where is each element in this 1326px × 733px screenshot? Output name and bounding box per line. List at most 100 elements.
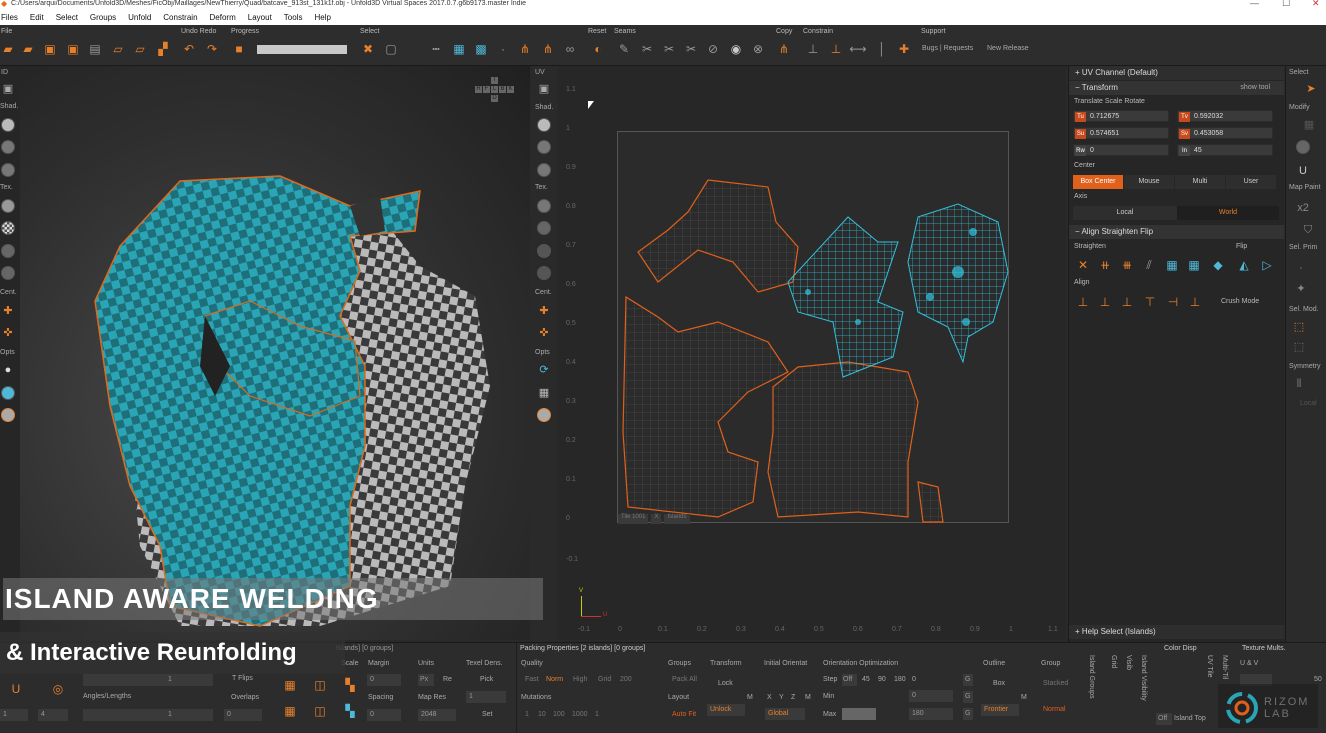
tex-checker-icon[interactable] [1, 221, 15, 235]
align-right-icon[interactable]: ⊥ [1119, 294, 1135, 310]
help-select-header[interactable]: + Help Select (Islands) [1069, 625, 1284, 639]
script-icon[interactable]: ▞ [155, 41, 171, 57]
open-icon[interactable]: ▰ [0, 41, 16, 57]
x-toggle[interactable]: X [767, 694, 772, 701]
dot-icon[interactable]: · [1294, 261, 1308, 275]
load-uv-icon[interactable]: ▱ [110, 41, 126, 57]
tex-map2-icon[interactable] [1, 266, 15, 280]
normal-button[interactable]: Normal [1043, 706, 1066, 713]
menu-layout[interactable]: Layout [247, 11, 273, 25]
uv-tex-checker-icon[interactable] [537, 221, 551, 235]
shade-grid-icon[interactable] [1, 163, 15, 177]
sv-field[interactable]: Sv 0.453058 [1177, 127, 1273, 139]
step-45[interactable]: 45 [862, 676, 870, 683]
seam-u-icon[interactable]: ◉ [728, 41, 744, 57]
export-icon[interactable]: ▤ [87, 41, 103, 57]
select-box-icon[interactable]: ▢ [383, 41, 399, 57]
import-icon[interactable]: ▰ [20, 41, 36, 57]
uv-shade-wire-icon[interactable] [537, 140, 551, 154]
modify-icon[interactable]: ▦ [1302, 118, 1316, 132]
flip-v-icon[interactable]: ▷ [1259, 257, 1275, 273]
quality-high[interactable]: High [573, 676, 587, 683]
light-icon[interactable]: ● [1, 363, 15, 377]
view-cube[interactable]: T R F L B K D [475, 77, 517, 109]
tex-map-icon[interactable] [1, 244, 15, 258]
uv-grid-icon[interactable]: ▦ [537, 386, 551, 400]
straighten-h-icon[interactable]: ⧺ [1097, 257, 1113, 273]
flip-u-icon[interactable]: ◭ [1236, 257, 1252, 273]
straighten-v-icon[interactable]: ⧻ [1119, 257, 1135, 273]
multi-tile-tab[interactable]: Multi-Til [1221, 655, 1228, 679]
quality-fast[interactable]: Fast [525, 676, 539, 683]
new-release-link[interactable]: New Release [987, 45, 1029, 52]
overlaps-field[interactable]: 0 [224, 709, 262, 721]
uv-tex-solid-icon[interactable] [537, 199, 551, 213]
stacked-button[interactable]: Stacked [1043, 680, 1068, 687]
global-button[interactable]: Global [765, 708, 805, 720]
world-axis-button[interactable]: World [1177, 206, 1279, 220]
menu-edit[interactable]: Edit [29, 11, 45, 25]
view-right[interactable]: R [475, 86, 482, 93]
align-header[interactable]: − Align Straighten Flip [1069, 225, 1284, 239]
spacing-field[interactable]: 0 [367, 709, 401, 721]
unlock-button[interactable]: Unlock [707, 704, 745, 716]
save-as-icon[interactable]: ▣ [65, 41, 81, 57]
visib-tab[interactable]: Visib [1125, 655, 1132, 670]
view-down[interactable]: D [491, 95, 498, 102]
transform-header[interactable]: − Transform show tool [1069, 81, 1284, 95]
show-tool-link[interactable]: show tool [1240, 81, 1270, 95]
optimize-icon[interactable]: ◎ [50, 681, 66, 697]
menu-tools[interactable]: Tools [283, 11, 304, 25]
multi-center-button[interactable]: Multi [1175, 175, 1225, 189]
off-button[interactable]: Off [1156, 713, 1172, 725]
g-button-2[interactable]: G [963, 691, 973, 703]
user-center-button[interactable]: User [1226, 175, 1276, 189]
island-groups-tab[interactable]: Island Groups [1088, 655, 1095, 699]
grid-select-icon[interactable]: ▦ [451, 41, 467, 57]
uv-refresh-icon[interactable]: ⟳ [537, 363, 551, 377]
uv-shade-grid-icon[interactable] [537, 163, 551, 177]
align-bottom-icon[interactable]: ⊥ [1187, 294, 1203, 310]
menu-unfold[interactable]: Unfold [127, 11, 152, 25]
copy-icon[interactable]: ⋔ [776, 41, 792, 57]
vertex-select-icon[interactable]: · [495, 41, 511, 57]
box-button[interactable]: Box [993, 680, 1005, 687]
menu-select[interactable]: Select [55, 11, 79, 25]
step-off-button[interactable]: Off [842, 674, 857, 686]
rw-field[interactable]: Rw 0 [1073, 144, 1169, 156]
uv-tex-map2-icon[interactable] [537, 266, 551, 280]
straight-icon[interactable]: ⟷ [849, 41, 866, 57]
step-field[interactable]: 0 [912, 676, 916, 683]
slider-field[interactable] [83, 674, 165, 686]
save-icon[interactable]: ▣ [42, 41, 58, 57]
align-middle-icon[interactable]: ⊣ [1165, 294, 1181, 310]
mut-1[interactable]: 1 [525, 711, 529, 718]
uv-viewport[interactable]: 1.1 1 0.9 0.8 0.7 0.6 0.5 0.4 0.3 0.2 0.… [558, 66, 1066, 640]
weld-icon[interactable]: ✂ [661, 41, 677, 57]
step-90[interactable]: 90 [878, 676, 886, 683]
quality-grid[interactable]: Grid [598, 676, 611, 683]
quality-grid-val[interactable]: 200 [620, 676, 632, 683]
redo-icon[interactable]: ↷ [204, 41, 220, 57]
view-back2[interactable]: K [507, 86, 514, 93]
straighten-x-icon[interactable]: ✕ [1075, 257, 1091, 273]
mouse-center-button[interactable]: Mouse [1124, 175, 1174, 189]
pack5-icon[interactable]: ◫ [312, 703, 328, 719]
align-top-icon[interactable]: ⊤ [1142, 294, 1158, 310]
field-b[interactable]: 4 [38, 709, 68, 721]
mut-field[interactable]: 1 [595, 711, 599, 718]
grid-tab[interactable]: Grid [1110, 655, 1117, 668]
island-select2-icon[interactable]: ⋔ [540, 41, 556, 57]
pack4-icon[interactable]: ▦ [282, 703, 298, 719]
mut-100[interactable]: 100 [553, 711, 565, 718]
maximize-icon[interactable]: ☐ [1282, 0, 1290, 8]
tv-field[interactable]: Tv 0.592032 [1177, 110, 1273, 122]
re-button[interactable]: Re [443, 676, 452, 683]
px-button[interactable]: Px [418, 674, 434, 686]
uv-channel-header[interactable]: + UV Channel (Default) [1069, 66, 1284, 80]
straighten-diag-icon[interactable]: ⫽ [1141, 257, 1157, 273]
m-toggle[interactable]: M [805, 694, 811, 701]
menu-help[interactable]: Help [313, 11, 331, 25]
center-sel-icon[interactable]: ✜ [1, 326, 15, 340]
island-visibility-tab[interactable]: Island Visibility [1140, 655, 1147, 701]
